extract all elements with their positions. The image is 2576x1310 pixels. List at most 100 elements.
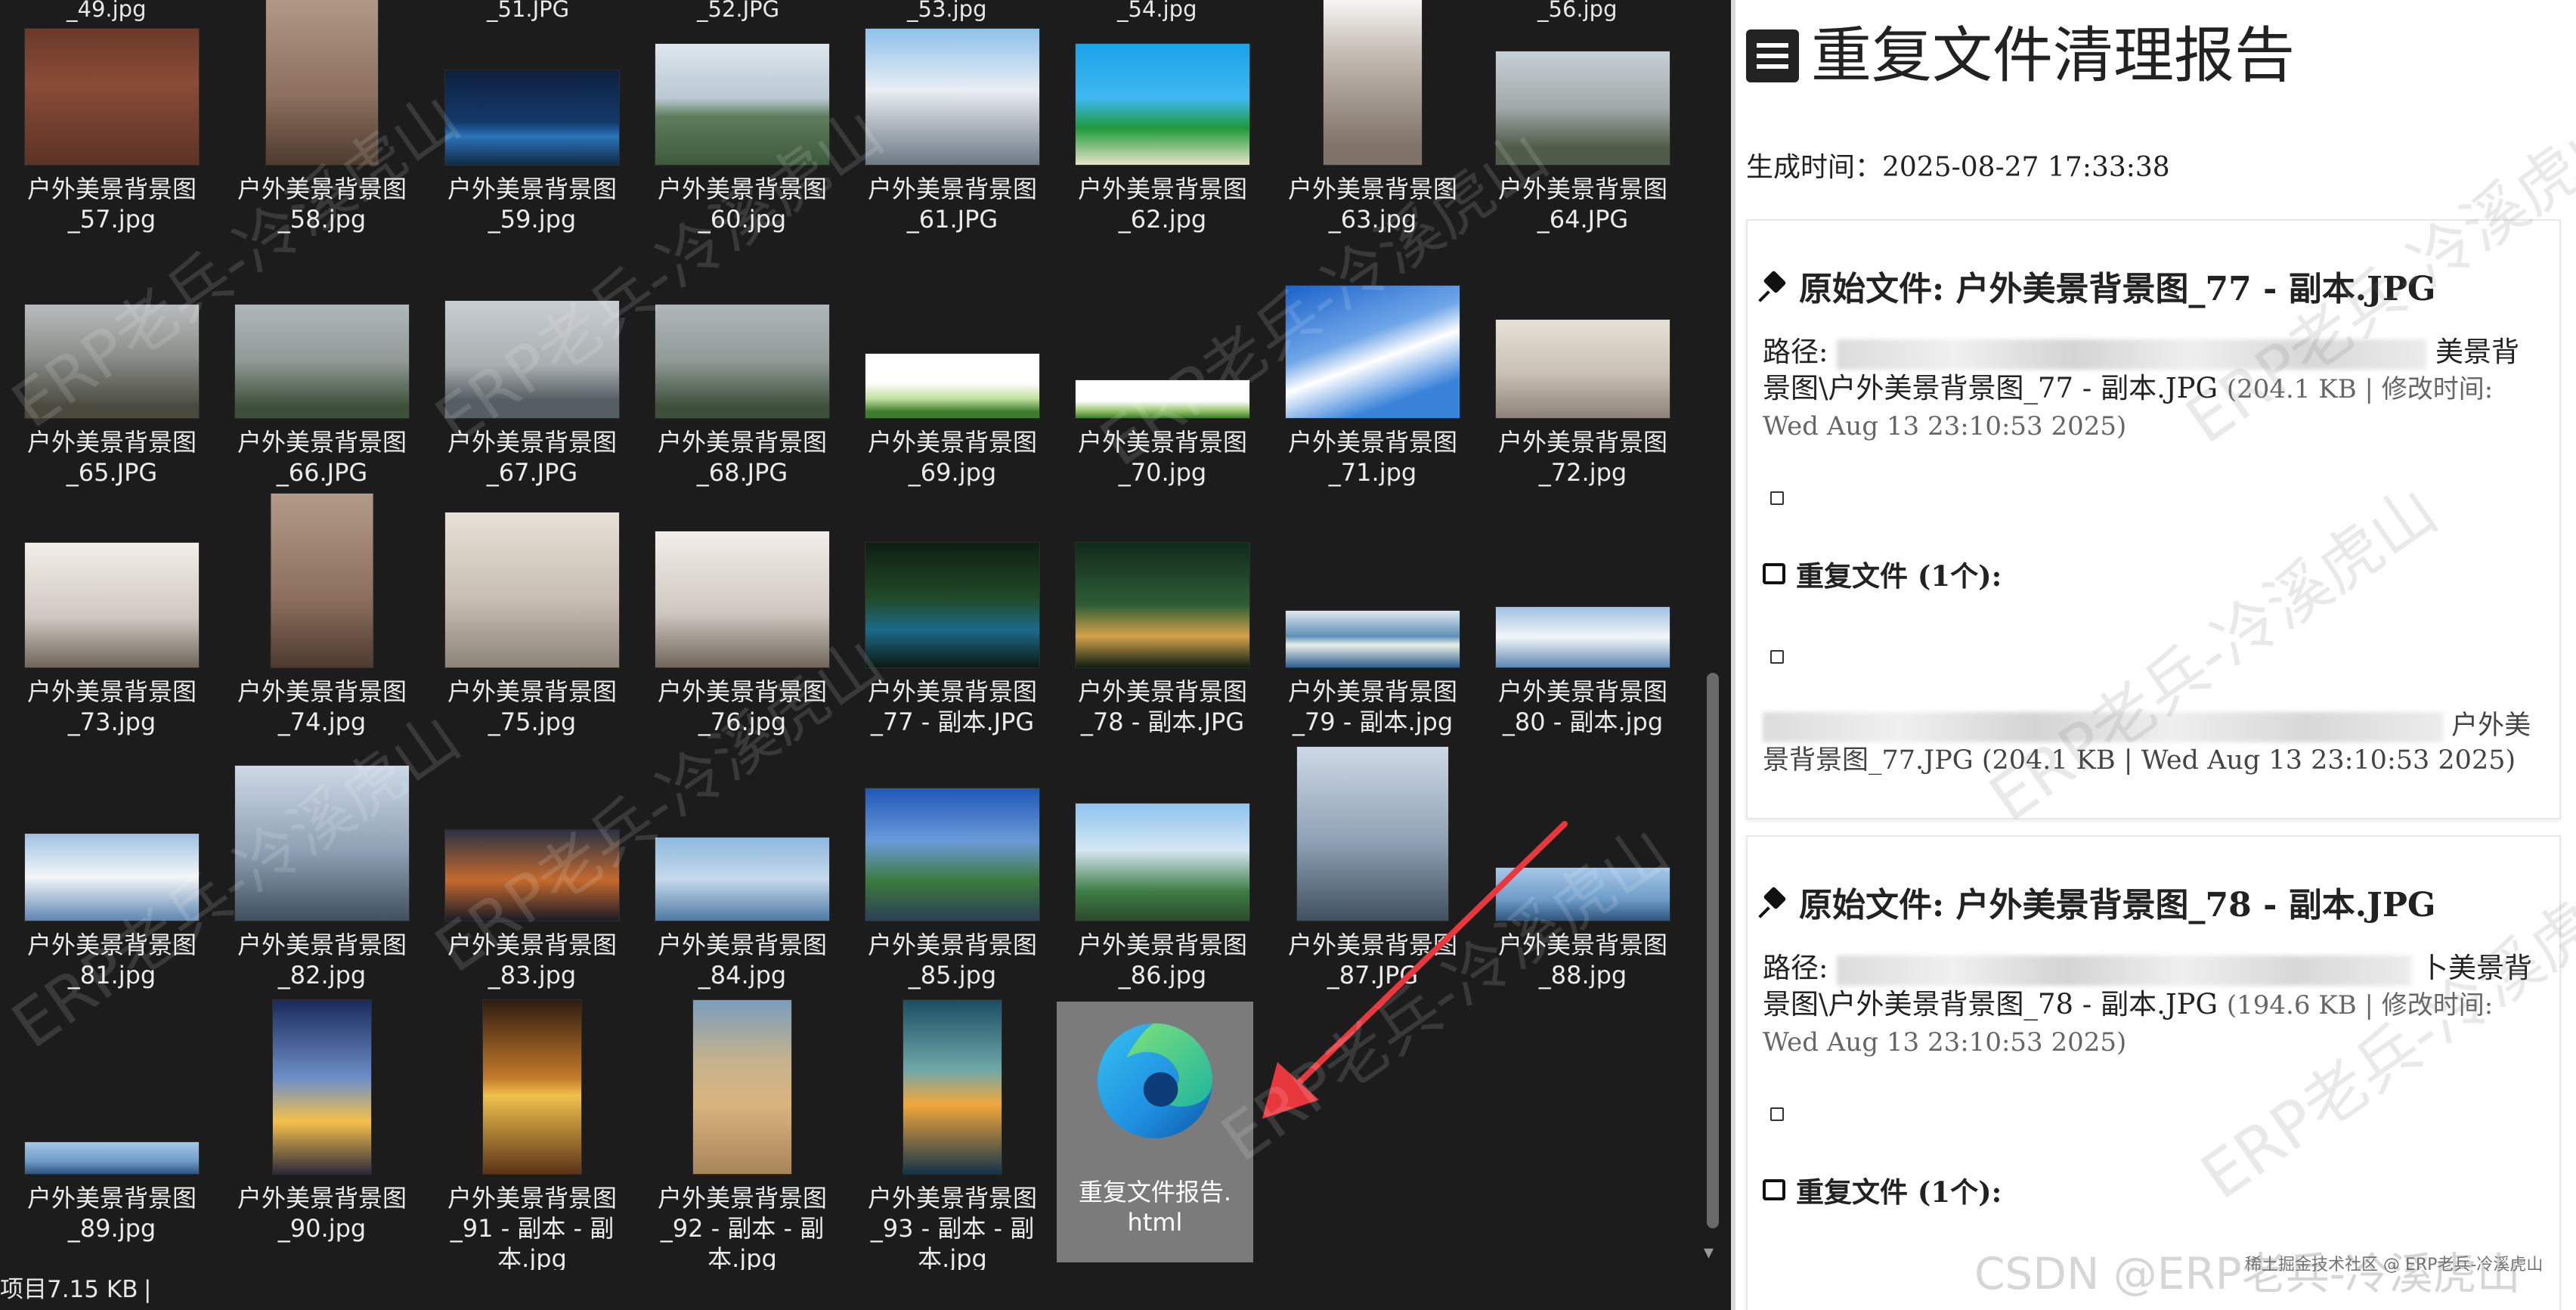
file-name-label: 户外美景背景图 _60.jpg [657, 175, 827, 234]
file-item[interactable]: 户外美景背景图 _60.jpg [644, 23, 841, 265]
broken-image-icon [1770, 491, 1784, 505]
file-item[interactable]: 户外美景背景图 _93 - 副本 - 副 本.jpg [854, 1000, 1051, 1270]
file-item[interactable]: 户外美景背景图 _84.jpg [644, 779, 841, 1020]
file-item[interactable]: 户外美景背景图 _69.jpg [854, 276, 1051, 518]
file-name-label: 户外美景背景图 _78 - 副本.JPG [1077, 677, 1247, 736]
report-pane: 重复文件清理报告 生成时间：2025-08-27 17:33:38 原始文件: … [1731, 0, 2576, 1310]
file-item[interactable]: 户外美景背景图 _76.jpg [644, 525, 841, 767]
image-thumbnail [655, 305, 829, 418]
image-thumbnail [903, 1000, 1002, 1174]
file-item[interactable]: 户外美景背景图 _77 - 副本.JPG [854, 525, 1051, 767]
image-thumbnail [655, 838, 829, 921]
duplicate-path: 户外美 景背景图_77.JPG (204.1 KB | Wed Aug 13 2… [1763, 711, 2531, 776]
file-item[interactable]: 户外美景背景图 _83.jpg [434, 779, 630, 1020]
report-card-1: 原始文件: 户外美景背景图_77 - 副本.JPG 路径: 美景背 景图\户外美… [1746, 219, 2561, 819]
file-item[interactable]: 户外美景背景图 _58.jpg [224, 0, 420, 265]
vertical-scrollbar[interactable]: ▾ [1699, 0, 1726, 1270]
scroll-down-arrow-icon[interactable]: ▾ [1704, 1241, 1714, 1264]
image-thumbnail [445, 830, 619, 921]
file-name-label: _52.JPG [697, 0, 780, 22]
report-html-file-selected[interactable]: 重复文件报告. html [1057, 1002, 1253, 1262]
file-name-label: 户外美景背景图 _81.jpg [26, 931, 197, 989]
image-thumbnail [235, 305, 409, 418]
file-item[interactable]: 户外美景背景图 _66.JPG [224, 276, 420, 518]
image-thumbnail [25, 305, 199, 418]
file-item[interactable]: 户外美景背景图 _64.JPG [1485, 23, 1681, 265]
scrollbar-thumb[interactable] [1707, 673, 1719, 1228]
image-thumbnail [1496, 607, 1670, 667]
file-item[interactable]: 户外美景背景图 _59.jpg [434, 23, 630, 265]
file-item[interactable]: 户外美景背景图 _74.jpg [224, 494, 420, 767]
file-name-label: 户外美景背景图 _72.jpg [1497, 428, 1667, 487]
file-name-label: 户外美景背景图 _73.jpg [26, 677, 197, 736]
file-name-label: 户外美景背景图 _58.jpg [237, 175, 407, 234]
file-item[interactable]: 户外美景背景图 _89.jpg [14, 1032, 210, 1270]
file-name-label: _51.JPG [487, 0, 570, 22]
duplicate-files-heading: 重复文件 (1个): [1763, 1169, 2002, 1210]
file-name-label: 户外美景背景图 _63.jpg [1287, 175, 1457, 234]
file-name-label: 户外美景背景图 _84.jpg [657, 931, 827, 989]
file-name-label: _49.jpg [67, 0, 147, 22]
image-thumbnail [25, 1142, 199, 1174]
file-item[interactable]: 户外美景背景图 _85.jpg [854, 779, 1051, 1020]
edge-browser-icon [1098, 1023, 1212, 1138]
image-thumbnail [865, 354, 1039, 418]
file-name-label: 户外美景背景图 _91 - 副本 - 副 本.jpg [447, 1184, 617, 1270]
file-item[interactable]: 户外美景背景图 _78 - 副本.JPG [1064, 525, 1261, 767]
file-name-label: 户外美景背景图 _62.jpg [1077, 175, 1247, 234]
image-thumbnail [693, 1000, 791, 1174]
file-name-label: 户外美景背景图 _68.JPG [657, 428, 827, 487]
file-name-label: 重复文件报告. html [1078, 1178, 1232, 1237]
file-item[interactable]: 户外美景背景图 _81.jpg [14, 779, 210, 1020]
image-thumbnail [483, 1000, 581, 1174]
file-item[interactable]: 户外美景背景图 _73.jpg [14, 525, 210, 767]
file-item[interactable]: 户外美景背景图 _87.JPG [1274, 747, 1471, 1020]
file-name-label: 户外美景背景图 _88.jpg [1497, 931, 1667, 989]
file-item[interactable]: 户外美景背景图 _91 - 副本 - 副 本.jpg [434, 1000, 630, 1270]
status-items-label: 项目 [0, 1276, 47, 1303]
file-name-label: 户外美景背景图 _65.JPG [26, 428, 197, 487]
file-item[interactable]: 户外美景背景图 _62.jpg [1064, 23, 1261, 265]
memo-icon [1746, 29, 1799, 82]
file-item[interactable]: 户外美景背景图 _71.jpg [1274, 276, 1471, 518]
broken-image-icon [1770, 1107, 1784, 1121]
image-thumbnail [235, 766, 409, 921]
file-name-label: 户外美景背景图 _69.jpg [867, 428, 1037, 487]
file-name-label: 户外美景背景图 _74.jpg [237, 677, 407, 736]
report-title: 重复文件清理报告 [1746, 18, 2295, 94]
image-thumbnail [1496, 51, 1670, 165]
printer-icon [1763, 563, 1785, 584]
file-item[interactable]: 户外美景背景图 _82.jpg [224, 766, 420, 1020]
file-explorer-pane: _49.jpg_50.JPG_51.JPG_52.JPG_53.jpg_54.j… [0, 0, 1726, 1270]
original-file-heading: 原始文件: 户外美景背景图_77 - 副本.JPG [1763, 262, 2436, 310]
file-item[interactable]: 户外美景背景图 _72.jpg [1485, 276, 1681, 518]
file-name-label: 户外美景背景图 _59.jpg [447, 175, 617, 234]
file-name-label: 户外美景背景图 _86.jpg [1077, 931, 1247, 989]
file-name-label: 户外美景背景图 _76.jpg [657, 677, 827, 736]
original-file-text: 原始文件: 户外美景背景图_77 - 副本.JPG [1799, 270, 2436, 308]
file-item[interactable]: 户外美景背景图 _80 - 副本.jpg [1485, 525, 1681, 767]
file-item[interactable]: 户外美景背景图 _63.jpg [1274, 0, 1471, 265]
image-thumbnail [865, 788, 1039, 921]
file-item[interactable]: 户外美景背景图 _79 - 副本.jpg [1274, 525, 1471, 767]
file-name-label: _54.jpg [1117, 0, 1197, 22]
original-path: 路径: 卜美景背 景图\户外美景背景图_78 - 副本.JPG (194.6 K… [1763, 952, 2532, 1058]
file-name-label: 户外美景背景图 _70.jpg [1077, 428, 1247, 487]
file-item[interactable]: 户外美景背景图 _67.JPG [434, 276, 630, 518]
file-item[interactable]: 户外美景背景图 _65.JPG [14, 276, 210, 518]
image-thumbnail [271, 494, 373, 667]
file-item[interactable]: 户外美景背景图 _68.JPG [644, 276, 841, 518]
original-path: 路径: 美景背 景图\户外美景背景图_77 - 副本.JPG (204.1 KB… [1763, 336, 2519, 441]
file-item[interactable]: 户外美景背景图 _75.jpg [434, 513, 630, 767]
file-name-label: 户外美景背景图 _67.JPG [447, 428, 617, 487]
file-item[interactable]: 户外美景背景图 _88.jpg [1485, 779, 1681, 1020]
original-file-heading: 原始文件: 户外美景背景图_78 - 副本.JPG [1763, 878, 2436, 926]
file-item[interactable]: 户外美景背景图 _92 - 副本 - 副 本.jpg [644, 1000, 841, 1270]
file-item[interactable]: 户外美景背景图 _57.jpg [14, 23, 210, 265]
file-item[interactable]: 户外美景背景图 _61.JPG [854, 23, 1051, 265]
file-item[interactable]: 户外美景背景图 _70.jpg [1064, 276, 1261, 518]
file-name-label: 户外美景背景图 _75.jpg [447, 677, 617, 736]
file-item[interactable]: 户外美景背景图 _86.jpg [1064, 779, 1261, 1020]
file-name-label: 户外美景背景图 _79 - 副本.jpg [1287, 677, 1457, 736]
file-item[interactable]: 户外美景背景图 _90.jpg [224, 1000, 420, 1270]
